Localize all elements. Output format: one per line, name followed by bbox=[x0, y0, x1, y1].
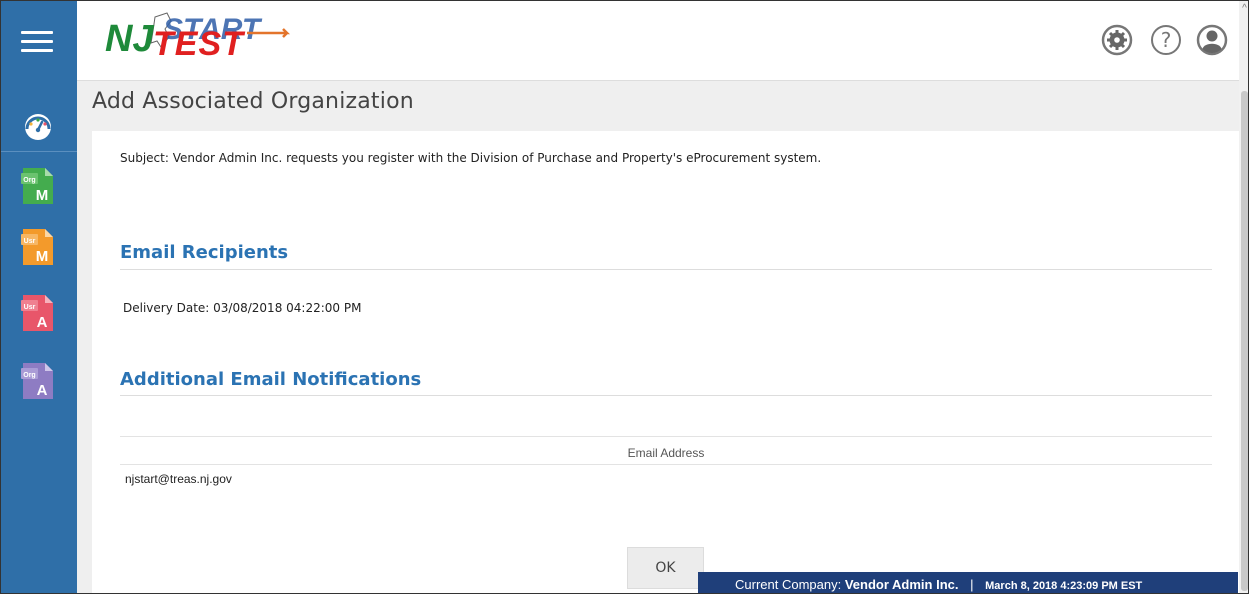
hamburger-bar bbox=[21, 40, 53, 43]
svg-text:Usr: Usr bbox=[24, 238, 36, 245]
hamburger-bar bbox=[21, 31, 53, 34]
user-icon[interactable] bbox=[1195, 23, 1229, 57]
current-company-label: Current Company: bbox=[735, 577, 842, 592]
current-company-name: Vendor Admin Inc. bbox=[844, 577, 959, 592]
table-top-border bbox=[120, 436, 1212, 437]
gear-icon[interactable] bbox=[1100, 23, 1134, 57]
org-manage-icon: Org M bbox=[21, 168, 53, 204]
org-add-icon: Org A bbox=[21, 363, 53, 399]
help-icon[interactable]: ? bbox=[1149, 23, 1183, 57]
sidebar-item-user-add[interactable]: Usr A bbox=[17, 291, 59, 335]
svg-text:?: ? bbox=[1161, 28, 1172, 52]
menu-toggle-button[interactable] bbox=[15, 23, 63, 59]
sidebar-item-org-add[interactable]: Org A bbox=[17, 359, 59, 403]
app-window: Org M Usr M Usr A Org A NJ START TEST ? … bbox=[0, 0, 1249, 594]
ok-button[interactable]: OK bbox=[627, 547, 704, 589]
svg-text:M: M bbox=[36, 248, 49, 265]
email-recipients-heading: Email Recipients bbox=[120, 242, 289, 263]
scroll-thumb[interactable] bbox=[1241, 91, 1248, 591]
sidebar-divider bbox=[1, 151, 77, 152]
delivery-date: Delivery Date: 03/08/2018 04:22:00 PM bbox=[123, 301, 362, 315]
dashboard-icon[interactable] bbox=[17, 103, 59, 147]
svg-text:Org: Org bbox=[23, 372, 35, 379]
sidebar-item-user-manage[interactable]: Usr M bbox=[17, 225, 59, 269]
svg-text:A: A bbox=[37, 382, 48, 399]
svg-text:NJ: NJ bbox=[105, 18, 154, 60]
content-card: Subject: Vendor Admin Inc. requests you … bbox=[92, 131, 1239, 593]
email-address-column-header: Email Address bbox=[627, 446, 705, 460]
user-add-icon: Usr A bbox=[21, 295, 53, 331]
section-divider bbox=[120, 395, 1212, 396]
subject-text: Subject: Vendor Admin Inc. requests you … bbox=[120, 151, 822, 165]
status-datetime: March 8, 2018 4:23:09 PM EST bbox=[985, 580, 1143, 592]
svg-text:Usr: Usr bbox=[24, 304, 36, 311]
status-bar: Current Company: Vendor Admin Inc. | Mar… bbox=[698, 572, 1238, 593]
svg-text:M: M bbox=[36, 187, 49, 204]
user-manage-icon: Usr M bbox=[21, 229, 53, 265]
sidebar-item-org-manage[interactable]: Org M bbox=[17, 164, 59, 208]
svg-text:TEST: TEST bbox=[153, 25, 246, 63]
page-scrollbar[interactable]: ^ bbox=[1239, 1, 1248, 593]
scroll-up-icon[interactable]: ^ bbox=[1239, 3, 1248, 15]
additional-notifications-heading: Additional Email Notifications bbox=[120, 369, 422, 390]
section-divider bbox=[120, 269, 1212, 270]
hamburger-bar bbox=[21, 49, 53, 52]
sidebar: Org M Usr M Usr A Org A bbox=[1, 1, 77, 593]
top-header: NJ START TEST ? bbox=[77, 1, 1248, 81]
page-title: Add Associated Organization bbox=[92, 89, 414, 114]
svg-text:Org: Org bbox=[23, 177, 35, 184]
table-row: njstart@treas.nj.gov bbox=[125, 472, 232, 486]
status-separator: | bbox=[970, 577, 974, 592]
njstart-logo[interactable]: NJ START TEST bbox=[97, 7, 327, 67]
svg-text:A: A bbox=[37, 314, 48, 331]
table-header-border bbox=[120, 464, 1212, 465]
